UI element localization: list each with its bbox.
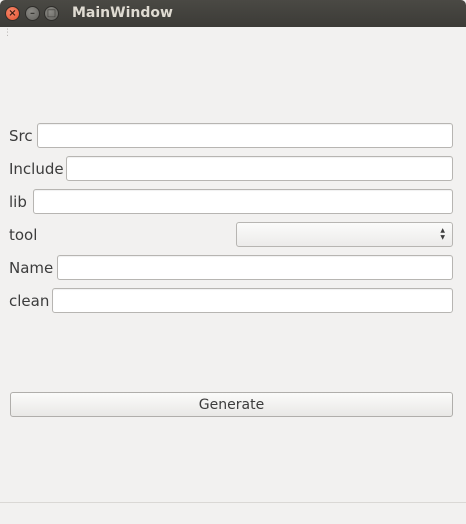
include-label: Include	[9, 160, 64, 178]
include-input[interactable]	[66, 156, 453, 181]
title-bar: × – □ MainWindow	[0, 0, 466, 27]
clean-input[interactable]	[52, 288, 453, 313]
name-label: Name	[9, 259, 54, 277]
minimize-icon: –	[30, 7, 35, 19]
toolbar-grip-icon[interactable]: ⋮	[3, 29, 12, 38]
src-label: Src	[9, 127, 33, 145]
generate-button-label: Generate	[198, 396, 265, 413]
lib-label: lib	[9, 193, 27, 211]
status-bar	[0, 502, 466, 524]
maximize-icon: □	[46, 7, 57, 19]
generate-button[interactable]: Generate	[10, 392, 453, 417]
minimize-window-button[interactable]: –	[25, 6, 40, 21]
clean-label: clean	[9, 292, 50, 310]
close-window-button[interactable]: ×	[5, 6, 20, 21]
tool-label: tool	[9, 226, 38, 244]
maximize-window-button[interactable]: □	[44, 6, 59, 21]
lib-input[interactable]	[33, 189, 453, 214]
tool-combobox[interactable]: ▲ ▼	[236, 222, 453, 247]
spin-arrows-icon: ▲ ▼	[440, 227, 445, 241]
src-input[interactable]	[37, 123, 453, 148]
close-icon: ×	[8, 7, 17, 19]
name-input[interactable]	[57, 255, 453, 280]
window-title: MainWindow	[72, 5, 173, 21]
